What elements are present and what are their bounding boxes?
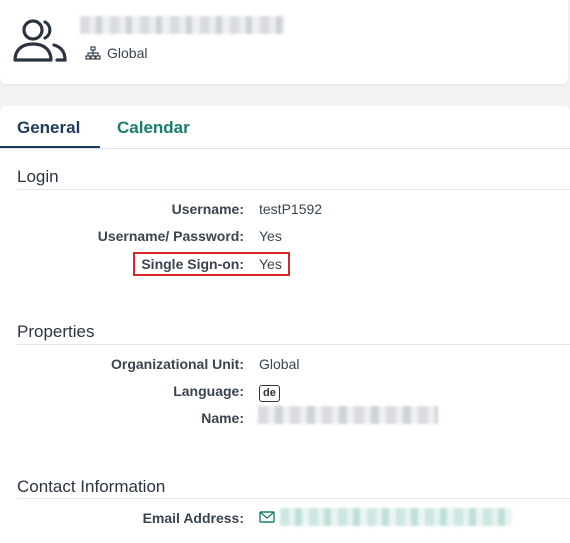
user-display-name-redacted xyxy=(80,16,285,34)
field-value: Yes xyxy=(259,228,282,244)
section-title-login: Login xyxy=(17,167,59,186)
section-divider xyxy=(17,498,570,499)
users-icon xyxy=(13,19,67,62)
header-org-unit-label: Global xyxy=(107,45,148,61)
field-label: Organizational Unit: xyxy=(111,356,244,372)
language-badge: de xyxy=(259,385,280,402)
name-value-redacted xyxy=(258,406,438,424)
section-title-properties: Properties xyxy=(17,322,95,341)
tab-calendar[interactable]: Calendar xyxy=(117,118,190,138)
envelope-icon xyxy=(259,511,275,523)
active-tab-indicator xyxy=(0,146,100,148)
field-label: Name: xyxy=(201,410,244,426)
field-username: Username: testP1592 xyxy=(0,201,570,221)
user-details-card: General Calendar Login Username: testP15… xyxy=(0,106,570,543)
field-value: de xyxy=(259,383,280,402)
field-language: Language: de xyxy=(0,383,570,403)
field-label: Username: xyxy=(171,201,244,217)
field-value: testP1592 xyxy=(259,201,323,217)
field-label: Email Address: xyxy=(142,510,244,526)
org-tree-icon xyxy=(85,46,101,60)
tab-bar: General Calendar xyxy=(0,106,570,149)
tab-general[interactable]: General xyxy=(17,118,80,138)
user-header-card: Global xyxy=(0,0,568,84)
field-value: Global xyxy=(259,356,300,372)
header-org-unit: Global xyxy=(85,45,147,61)
sso-highlight-box xyxy=(133,252,290,276)
field-label: Language: xyxy=(173,383,244,399)
field-username-password: Username/ Password: Yes xyxy=(0,228,570,248)
email-link-redacted[interactable] xyxy=(280,508,512,526)
field-label: Username/ Password: xyxy=(97,228,244,244)
section-title-contact: Contact Information xyxy=(17,477,166,496)
field-organizational-unit: Organizational Unit: Global xyxy=(0,356,570,376)
section-divider xyxy=(17,189,570,190)
section-divider xyxy=(17,344,570,345)
